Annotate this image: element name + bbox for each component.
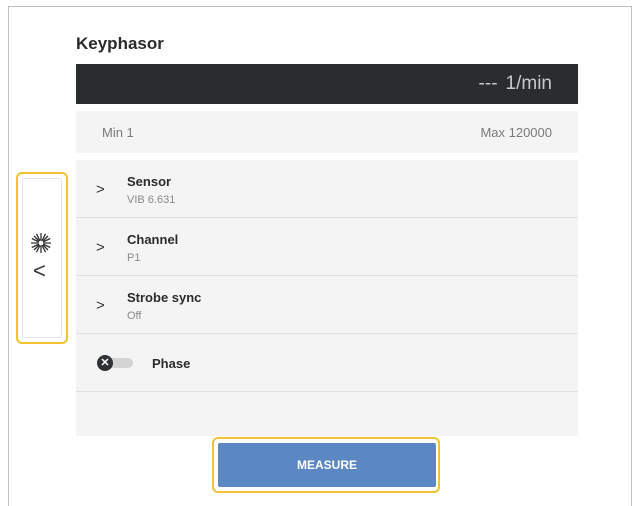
setting-label: Strobe sync bbox=[127, 290, 202, 305]
chevron-right-icon: > bbox=[96, 181, 105, 198]
phase-toggle[interactable]: ✕ bbox=[97, 355, 135, 371]
page-title: Keyphasor bbox=[76, 34, 164, 53]
setting-label: Sensor bbox=[127, 174, 172, 189]
phase-label: Phase bbox=[152, 356, 191, 371]
rpm-display: --- 1/min bbox=[76, 64, 578, 104]
phase-row: ✕ Phase bbox=[76, 334, 578, 392]
rpm-unit: 1/min bbox=[505, 73, 552, 94]
setting-row-sensor[interactable]: > Sensor VIB 6.631 bbox=[76, 160, 578, 218]
close-icon: ✕ bbox=[97, 355, 113, 371]
measure-button[interactable]: MEASURE bbox=[218, 443, 436, 487]
chevron-right-icon: > bbox=[96, 239, 105, 256]
setting-value: Off bbox=[127, 310, 142, 322]
rpm-value: --- bbox=[478, 73, 498, 94]
setting-row-channel[interactable]: > Channel P1 bbox=[76, 218, 578, 276]
settings-list: > Sensor VIB 6.631 > Channel P1 > Strobe… bbox=[76, 160, 578, 436]
range-max: Max 120000 bbox=[480, 124, 552, 140]
range-bar: Min 1 Max 120000 bbox=[76, 111, 578, 153]
side-panel: < bbox=[16, 172, 68, 344]
back-arrow-icon[interactable]: < bbox=[33, 260, 46, 282]
setting-label: Channel bbox=[127, 232, 179, 247]
range-min: Min 1 bbox=[102, 124, 134, 140]
chevron-right-icon: > bbox=[96, 297, 105, 314]
setting-value: P1 bbox=[127, 252, 141, 264]
strobe-icon[interactable] bbox=[30, 232, 52, 254]
setting-value: VIB 6.631 bbox=[127, 194, 176, 206]
setting-row-strobe-sync[interactable]: > Strobe sync Off bbox=[76, 276, 578, 334]
